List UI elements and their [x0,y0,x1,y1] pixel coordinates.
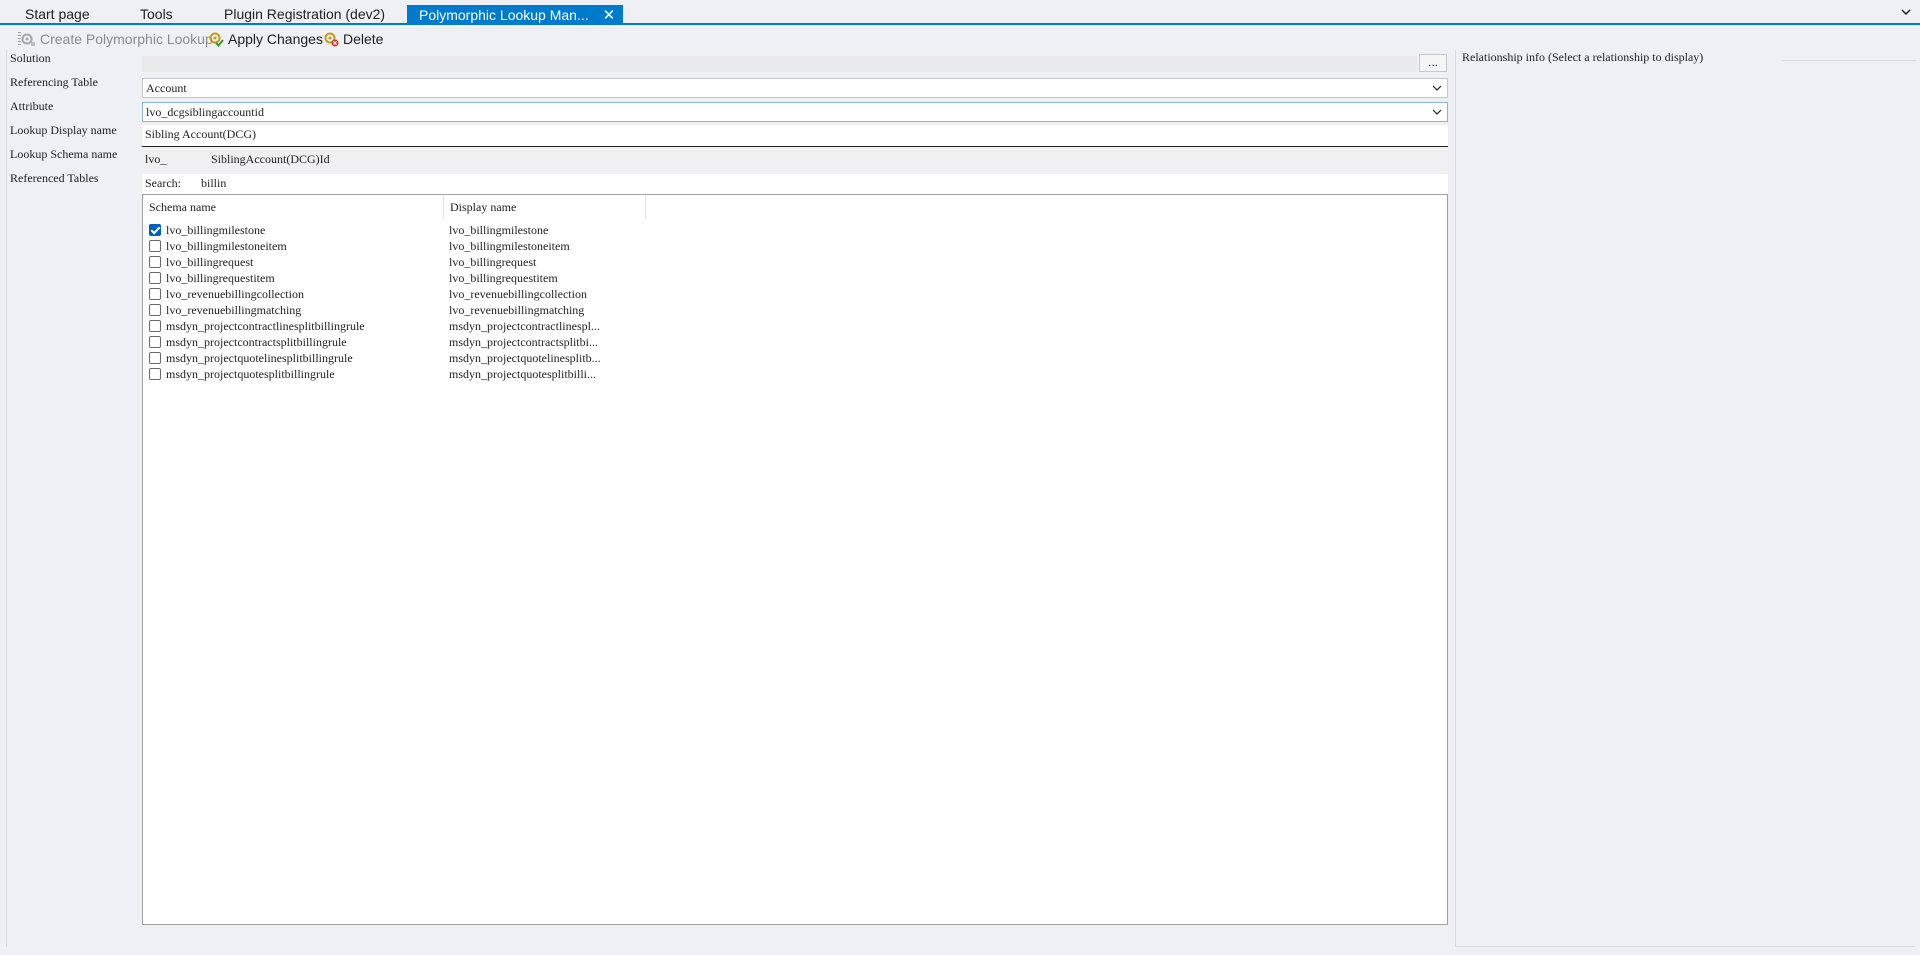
lookup-display-name-value: Sibling Account(DCG) [145,127,256,141]
display-name-cell: msdyn_projectquotesplitbilli... [449,367,596,381]
schema-name-cell: msdyn_projectquotesplitbillingrule [166,367,335,381]
search-label: Search: [145,176,181,190]
table-row[interactable]: lvo_billingrequestitem lvo_billingrequest… [143,270,1447,286]
row-checkbox[interactable] [149,336,161,348]
display-name-cell: msdyn_projectcontractsplitbi... [449,335,598,349]
schema-name-cell: lvo_billingrequest [166,255,254,269]
apply-changes-button[interactable]: Apply Changes [208,29,323,49]
grid-header: Schema name Display name [143,195,1447,219]
referencing-table-dropdown[interactable]: Account [142,78,1448,98]
display-name-cell: lvo_billingrequest [449,255,537,269]
tab-polymorphic-lookup-manager[interactable]: Polymorphic Lookup Man... ✕ [407,5,624,26]
tab-tools[interactable]: Tools [140,4,173,25]
table-row[interactable]: lvo_billingrequest lvo_billingrequest [143,254,1447,270]
search-input[interactable]: billin [201,174,226,192]
schema-name-cell: msdyn_projectcontractsplitbillingrule [166,335,347,349]
schema-name-cell: lvo_revenuebillingmatching [166,303,302,317]
document-tab-strip: Start page Tools Plugin Registration (de… [0,0,1920,25]
row-checkbox[interactable] [149,288,161,300]
display-name-cell: msdyn_projectcontractlinespl... [449,319,600,333]
row-checkbox[interactable] [149,352,161,364]
gear-add-icon [21,33,35,46]
schema-name-cell: lvo_revenuebillingcollection [166,287,304,301]
referencing-table-value: Account [146,81,187,95]
tab-start-page[interactable]: Start page [25,4,90,25]
table-row[interactable]: lvo_billingmilestoneitem lvo_billingmiles… [143,238,1447,254]
tab-label: Polymorphic Lookup Man... [419,7,589,23]
table-row[interactable]: msdyn_projectquotelinesplitbillingrule ms… [143,350,1447,366]
table-row[interactable]: lvo_billingmilestone lvo_billingmilestone [143,222,1447,238]
tab-plugin-registration[interactable]: Plugin Registration (dev2) [224,4,385,25]
table-row[interactable]: lvo_revenuebillingcollection lvo_revenueb… [143,286,1447,302]
display-name-cell: msdyn_projectquotelinesplitb... [449,351,601,365]
delete-button[interactable]: Delete [323,29,383,49]
row-checkbox[interactable] [149,224,161,236]
lookup-schema-name-value: SiblingAccount(DCG)Id [211,152,330,166]
display-name-cell: lvo_billingmilestoneitem [449,239,570,253]
create-label: Create Polymorphic Lookup [40,31,213,47]
group-divider [1782,60,1916,61]
attribute-label: Attribute [10,99,54,113]
schema-name-cell: lvo_billingmilestoneitem [166,239,287,253]
referenced-tables-label: Referenced Tables [10,171,99,185]
row-checkbox[interactable] [149,240,161,252]
table-row[interactable]: msdyn_projectcontractsplitbillingrule msd… [143,334,1447,350]
attribute-dropdown[interactable]: lvo_dcgsiblingaccountid [142,102,1448,122]
table-row[interactable]: msdyn_projectcontractlinesplitbillingrul… [143,318,1447,334]
referencing-table-label: Referencing Table [10,75,98,89]
schema-name-cell: lvo_billingrequestitem [166,271,275,285]
create-polymorphic-lookup-button[interactable]: Create Polymorphic Lookup [20,29,213,49]
table-row[interactable]: lvo_revenuebillingmatching lvo_revenuebil… [143,302,1447,318]
solution-field[interactable] [142,56,1417,72]
attribute-value: lvo_dcgsiblingaccountid [146,105,264,119]
chevron-down-icon[interactable] [1900,6,1912,18]
lookup-schema-name-label: Lookup Schema name [10,147,118,161]
close-icon[interactable]: ✕ [603,6,616,26]
display-name-cell: lvo_billingrequestitem [449,271,558,285]
tab-label: Tools [140,6,173,22]
lookup-schema-prefix: lvo_ [145,152,167,166]
left-border [6,50,7,947]
tab-label: Start page [25,6,90,22]
chevron-down-icon[interactable] [1431,82,1443,94]
schema-name-cell: msdyn_projectcontractlinesplitbillingrul… [166,319,365,333]
row-checkbox[interactable] [149,272,161,284]
table-row[interactable]: msdyn_projectquotesplitbillingrule msdyn_… [143,366,1447,382]
apply-label: Apply Changes [228,31,323,47]
row-checkbox[interactable] [149,368,161,380]
display-name-cell: lvo_revenuebillingcollection [449,287,587,301]
row-checkbox[interactable] [149,320,161,332]
solution-label: Solution [10,51,51,65]
column-header-display-name[interactable]: Display name [444,195,646,219]
lookup-display-name-input[interactable]: Sibling Account(DCG) [142,125,1448,147]
solution-browse-button[interactable]: ... [1419,54,1447,72]
row-checkbox[interactable] [149,256,161,268]
referenced-tables-grid: Schema name Display name lvo_billingmile… [142,194,1448,925]
search-bar: Search: billin [142,174,1448,194]
lookup-display-name-label: Lookup Display name [10,123,117,137]
column-header-schema-name[interactable]: Schema name [143,195,444,219]
relationship-info-panel: Relationship info (Select a relationship… [1455,50,1916,947]
gear-apply-icon [209,32,224,47]
row-checkbox[interactable] [149,304,161,316]
delete-label: Delete [343,31,384,47]
chevron-down-icon[interactable] [1431,106,1443,118]
gear-delete-icon [324,32,339,47]
toolbar: Create Polymorphic Lookup Apply Changes … [0,27,1920,51]
display-name-cell: lvo_billingmilestone [449,223,549,237]
relationship-info-title: Relationship info (Select a relationship… [1462,50,1704,64]
schema-name-cell: msdyn_projectquotelinesplitbillingrule [166,351,353,365]
schema-name-cell: lvo_billingmilestone [166,223,266,237]
panel-bottom-border [1455,946,1915,947]
lookup-schema-name-field[interactable]: lvo_ SiblingAccount(DCG)Id [142,150,1448,170]
tab-label: Plugin Registration (dev2) [224,6,386,22]
display-name-cell: lvo_revenuebillingmatching [449,303,585,317]
